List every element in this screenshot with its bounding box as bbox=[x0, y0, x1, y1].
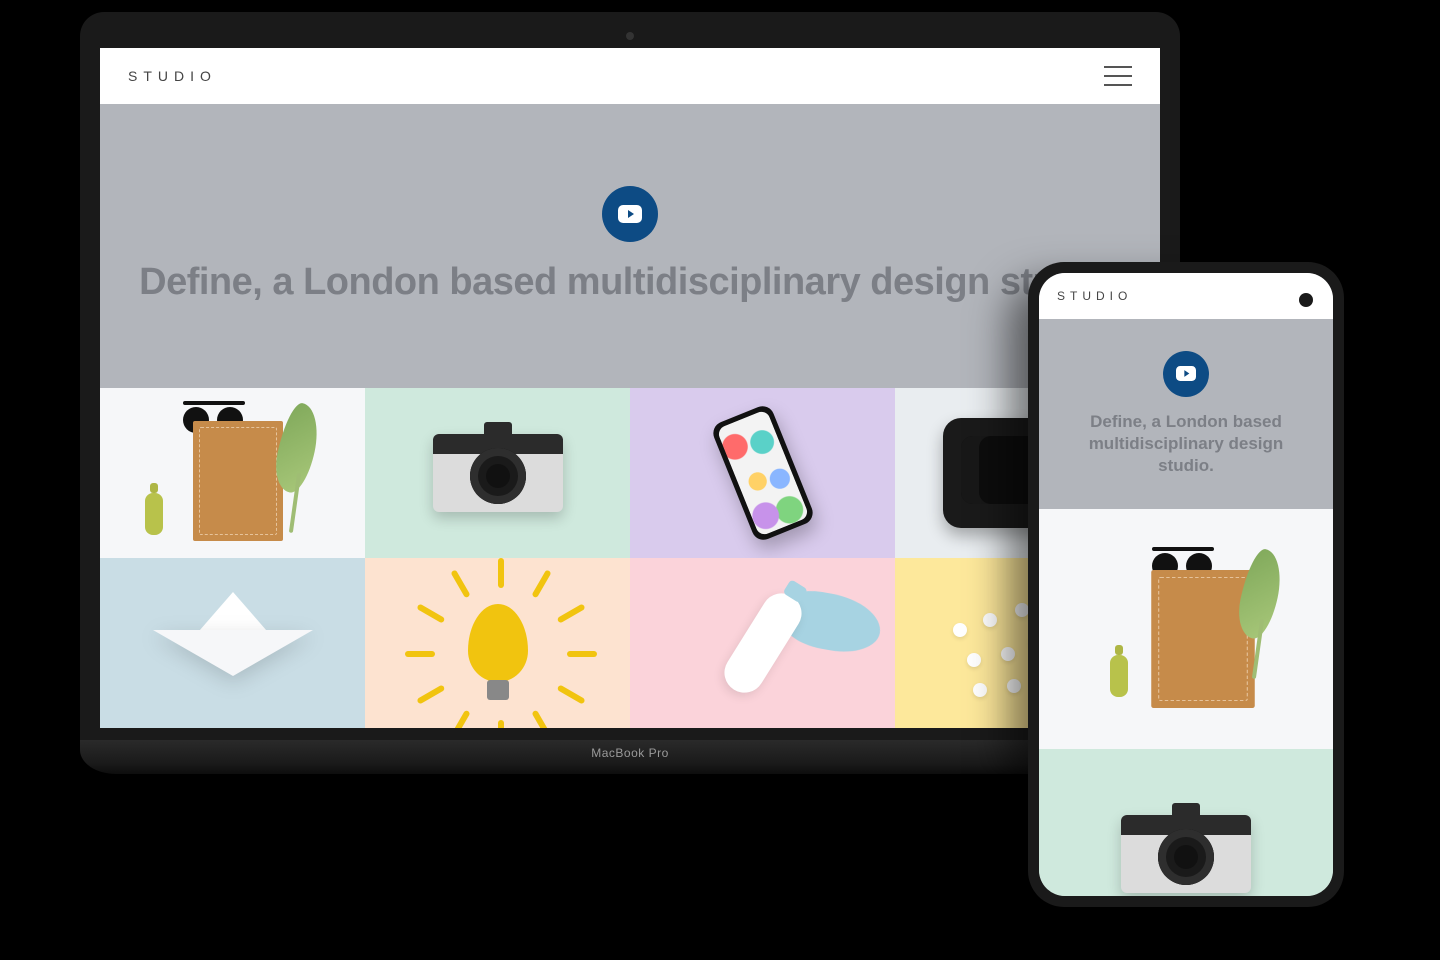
portfolio-grid bbox=[100, 388, 1160, 728]
phone-screen: STUDIO Define, a London based multidisci… bbox=[1039, 273, 1333, 896]
mobile-hero-section: Define, a London based multidisciplinary… bbox=[1039, 319, 1333, 509]
laptop-lid: STUDIO Define, a London based multidisci… bbox=[80, 12, 1180, 740]
camera-icon bbox=[433, 434, 563, 512]
brand-logo[interactable]: STUDIO bbox=[128, 68, 217, 84]
mobile-portfolio-grid bbox=[1039, 509, 1333, 896]
hamburger-menu-button[interactable] bbox=[1104, 66, 1132, 86]
mobile-site-header: STUDIO bbox=[1039, 273, 1333, 319]
portfolio-tile-flatlay[interactable] bbox=[100, 388, 365, 558]
laptop-base: MacBook Pro bbox=[80, 740, 1180, 774]
portfolio-tile-bulb[interactable] bbox=[365, 558, 630, 728]
mobile-tile-flatlay[interactable] bbox=[1039, 509, 1333, 749]
smartphone-icon bbox=[709, 403, 816, 544]
mobile-hero-play-button[interactable] bbox=[1163, 351, 1209, 397]
laptop-screen: STUDIO Define, a London based multidisci… bbox=[100, 48, 1160, 728]
portfolio-tile-phone[interactable] bbox=[630, 388, 895, 558]
hero-headline: Define, a London based multidisciplinary… bbox=[139, 260, 1121, 306]
play-icon bbox=[618, 205, 642, 223]
mobile-tile-camera[interactable] bbox=[1039, 749, 1333, 896]
site-header: STUDIO bbox=[100, 48, 1160, 104]
hero-section: Define, a London based multidisciplinary… bbox=[100, 104, 1160, 388]
mobile-hero-headline: Define, a London based multidisciplinary… bbox=[1059, 411, 1313, 477]
lemon-bulb-icon bbox=[468, 604, 528, 682]
portfolio-tile-tube[interactable] bbox=[630, 558, 895, 728]
laptop-camera bbox=[626, 32, 634, 40]
phone-mockup: STUDIO Define, a London based multidisci… bbox=[1028, 262, 1344, 907]
paint-tube-icon bbox=[743, 588, 783, 698]
laptop-mockup: STUDIO Define, a London based multidisci… bbox=[80, 12, 1180, 774]
portfolio-tile-boat[interactable] bbox=[100, 558, 365, 728]
camera-icon bbox=[1121, 815, 1251, 893]
device-label: MacBook Pro bbox=[591, 746, 669, 760]
paper-boat-icon bbox=[148, 598, 318, 688]
mobile-brand-logo[interactable]: STUDIO bbox=[1057, 289, 1132, 303]
portfolio-tile-camera[interactable] bbox=[365, 388, 630, 558]
phone-camera-hole bbox=[1299, 293, 1313, 307]
hero-play-button[interactable] bbox=[602, 186, 658, 242]
play-icon bbox=[1176, 366, 1196, 381]
